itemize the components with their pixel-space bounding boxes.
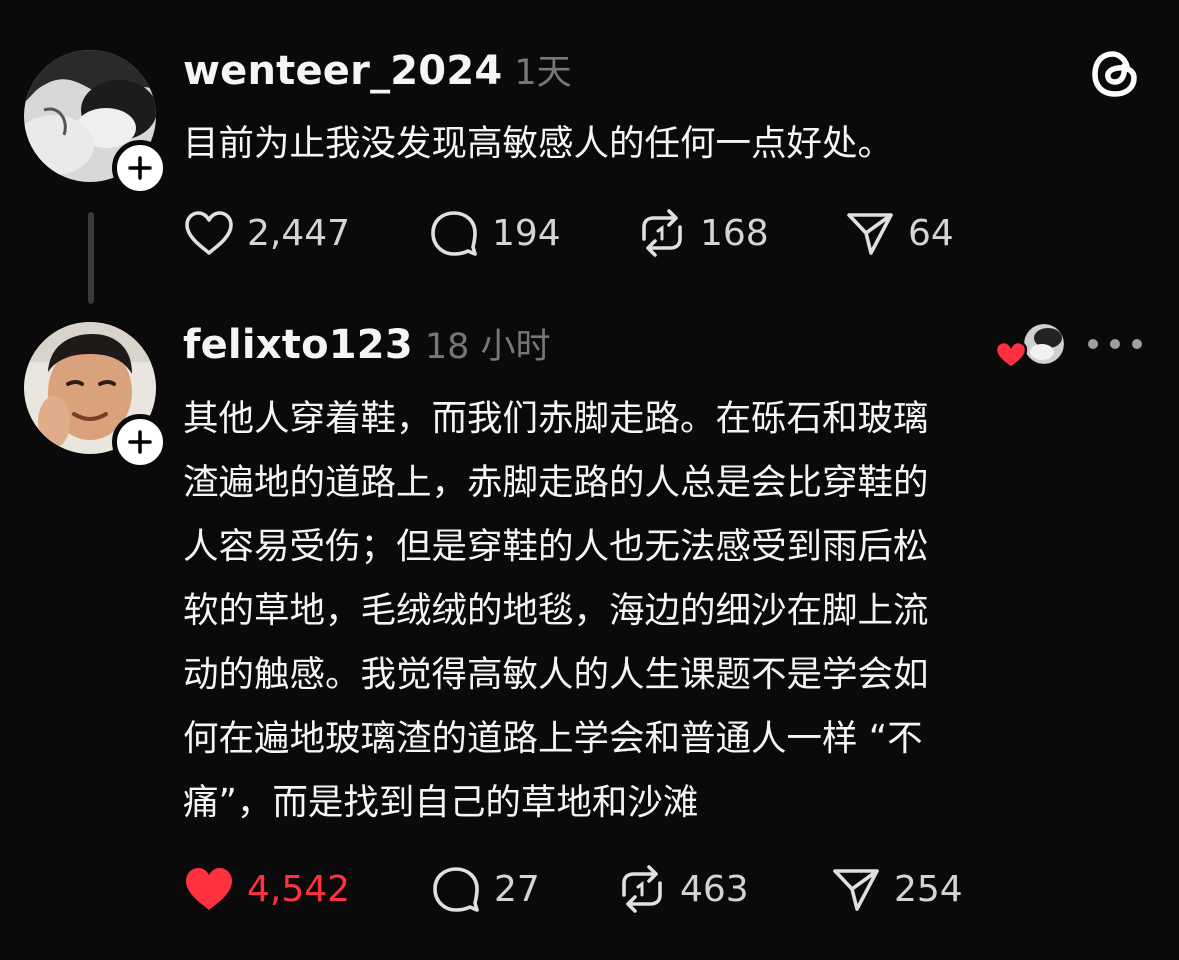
username[interactable]: felixto123: [183, 322, 413, 368]
repost-count: 168: [700, 212, 769, 254]
liked-by-author-indicator: [994, 320, 1068, 372]
share-button[interactable]: 64: [844, 209, 954, 257]
reply-button[interactable]: 194: [428, 209, 561, 257]
reply-count: 27: [494, 868, 540, 910]
dot: [1088, 339, 1098, 349]
repost-icon: [622, 865, 662, 913]
timestamp: 18 小时: [424, 327, 551, 367]
speech-bubble-icon: [431, 211, 477, 256]
reply-button[interactable]: 27: [430, 865, 540, 913]
share-button[interactable]: 254: [830, 865, 963, 913]
repost-button[interactable]: 463: [616, 865, 749, 913]
username[interactable]: wenteer_2024: [183, 48, 502, 94]
plus-icon: [128, 156, 152, 180]
repost-count: 463: [680, 868, 749, 910]
thread-line: [88, 212, 94, 304]
heart-icon: [994, 340, 1028, 370]
heart-filled-icon: [186, 868, 232, 910]
post-text: 其他人穿着鞋，而我们赤脚走路。在砾石和玻璃 渣遍地的道路上，赤脚走路的人总是会比…: [183, 398, 929, 823]
timestamp: 1天: [514, 53, 572, 93]
repost-icon: [642, 209, 682, 257]
threads-logo-icon[interactable]: [1087, 46, 1143, 102]
share-count: 64: [908, 212, 954, 254]
more-options-button[interactable]: [1088, 332, 1142, 356]
send-icon: [847, 213, 893, 255]
send-icon: [833, 869, 879, 911]
share-count: 254: [894, 868, 963, 910]
like-button[interactable]: 2,447: [183, 209, 350, 257]
follow-plus-button[interactable]: [112, 414, 168, 470]
post-header: wenteer_2024 1天: [183, 44, 572, 95]
repost-button[interactable]: 168: [636, 209, 769, 257]
plus-icon: [128, 430, 152, 454]
dot: [1110, 339, 1120, 349]
speech-bubble-icon: [433, 867, 479, 912]
dot: [1132, 339, 1142, 349]
like-button[interactable]: 4,542: [183, 865, 350, 913]
follow-plus-button[interactable]: [112, 140, 168, 196]
like-count: 4,542: [247, 868, 351, 910]
like-count: 2,447: [247, 212, 351, 254]
post-text: 目前为止我没发现高敏感人的任何一点好处。: [183, 123, 894, 164]
reply-count: 194: [492, 212, 561, 254]
post-header: felixto123 18 小时: [183, 318, 551, 369]
heart-icon: [185, 211, 233, 255]
